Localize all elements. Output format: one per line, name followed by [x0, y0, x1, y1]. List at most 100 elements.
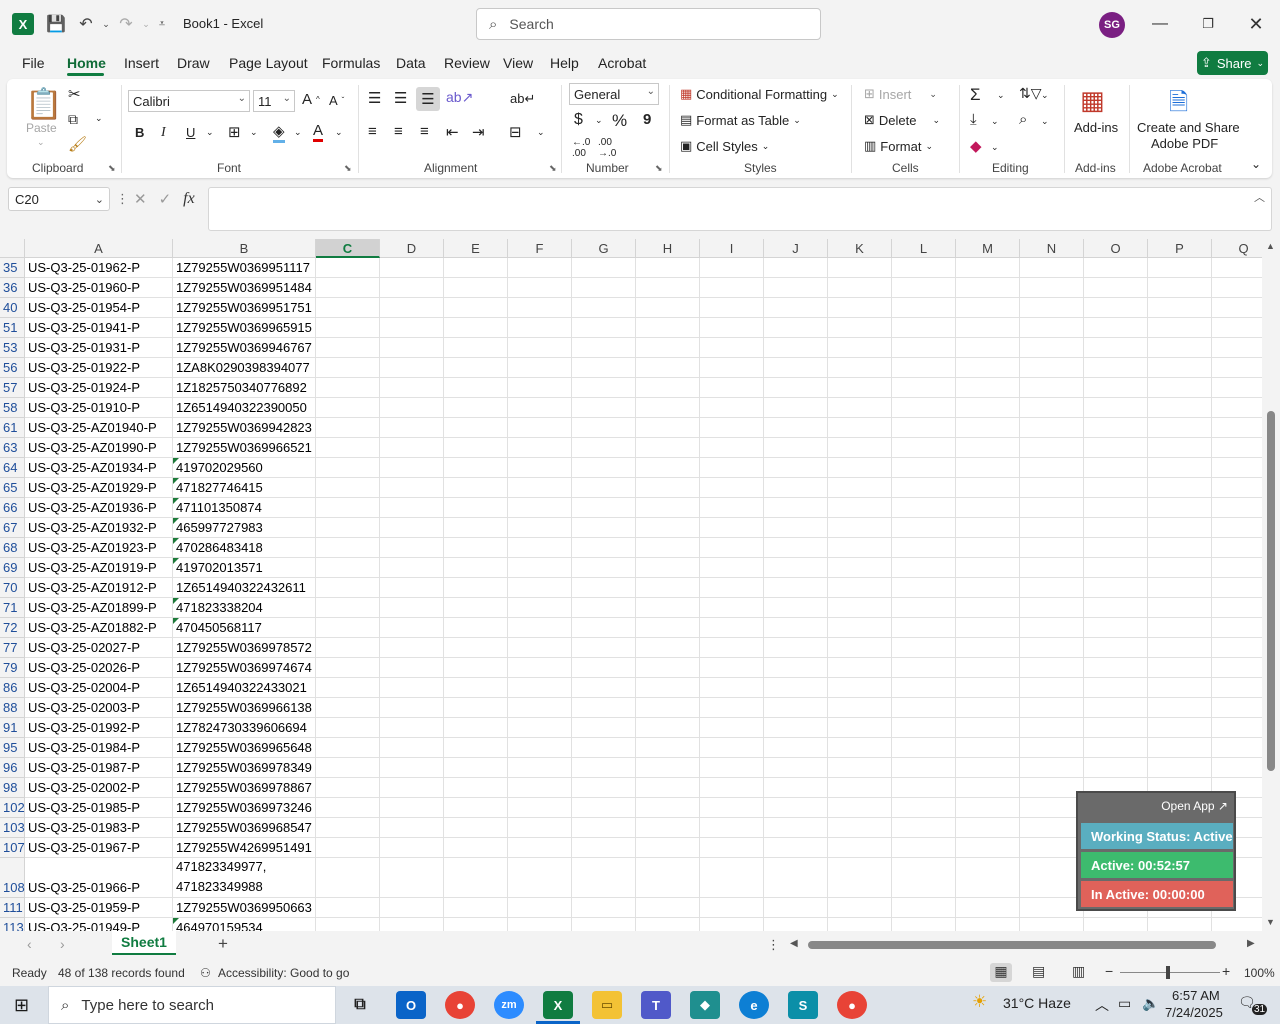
empty-cell[interactable] — [764, 718, 828, 738]
row-header[interactable]: 56 — [0, 358, 25, 378]
empty-cell[interactable] — [700, 498, 764, 518]
empty-cell[interactable] — [956, 858, 1020, 898]
empty-cell[interactable] — [764, 638, 828, 658]
vertical-scrollbar[interactable]: ▲ ▼ — [1262, 239, 1280, 931]
column-header-p[interactable]: P — [1148, 239, 1212, 258]
empty-cell[interactable] — [956, 598, 1020, 618]
empty-cell[interactable] — [1084, 698, 1148, 718]
empty-cell[interactable] — [1212, 318, 1262, 338]
empty-cell[interactable] — [1212, 498, 1262, 518]
empty-cell[interactable] — [700, 738, 764, 758]
empty-cell[interactable] — [508, 538, 572, 558]
empty-cell[interactable] — [956, 838, 1020, 858]
empty-cell[interactable] — [828, 578, 892, 598]
empty-cell[interactable] — [1084, 918, 1148, 931]
empty-cell[interactable] — [636, 598, 700, 618]
empty-cell[interactable] — [700, 538, 764, 558]
empty-cell[interactable] — [508, 658, 572, 678]
empty-cell[interactable] — [444, 778, 508, 798]
empty-cell[interactable] — [1020, 738, 1084, 758]
font-color-dropdown-icon[interactable]: ⌄ — [335, 127, 343, 138]
tracking-number-cell[interactable]: 470450568117 — [173, 618, 316, 638]
empty-cell[interactable] — [1148, 398, 1212, 418]
zoom-out-icon[interactable]: − — [1105, 963, 1113, 979]
empty-cell[interactable] — [508, 598, 572, 618]
empty-cell[interactable] — [1148, 278, 1212, 298]
empty-cell[interactable] — [892, 658, 956, 678]
empty-cell[interactable] — [636, 438, 700, 458]
empty-cell[interactable] — [956, 678, 1020, 698]
empty-cell[interactable] — [1148, 478, 1212, 498]
empty-cell[interactable] — [380, 838, 444, 858]
tracking-number-cell[interactable]: 470286483418 — [173, 538, 316, 558]
row-header[interactable]: 98 — [0, 778, 25, 798]
empty-cell[interactable] — [1148, 418, 1212, 438]
empty-cell[interactable] — [1084, 398, 1148, 418]
tab-review[interactable]: Review — [444, 55, 490, 71]
empty-cell[interactable] — [1084, 738, 1148, 758]
empty-cell[interactable] — [700, 578, 764, 598]
empty-cell[interactable] — [1212, 698, 1262, 718]
row-header[interactable]: 103 — [0, 818, 25, 838]
empty-cell[interactable] — [1020, 858, 1084, 898]
empty-cell[interactable] — [508, 698, 572, 718]
empty-cell[interactable] — [636, 498, 700, 518]
autosum-icon[interactable]: Σ — [970, 85, 981, 105]
empty-cell[interactable] — [764, 298, 828, 318]
empty-cell[interactable] — [316, 818, 380, 838]
order-id-cell[interactable]: US-Q3-25-01941-P — [25, 318, 173, 338]
empty-cell[interactable] — [1212, 578, 1262, 598]
empty-cell[interactable] — [1212, 298, 1262, 318]
empty-cell[interactable] — [380, 798, 444, 818]
empty-cell[interactable] — [828, 798, 892, 818]
empty-cell[interactable] — [892, 778, 956, 798]
empty-cell[interactable] — [1084, 558, 1148, 578]
empty-cell[interactable] — [1020, 798, 1084, 818]
network-icon[interactable]: ▭ — [1118, 995, 1131, 1012]
column-header-q[interactable]: Q — [1212, 239, 1262, 258]
empty-cell[interactable] — [636, 838, 700, 858]
underline-button[interactable]: U — [186, 125, 195, 140]
empty-cell[interactable] — [572, 598, 636, 618]
conditional-formatting-button[interactable]: ▦ Conditional Formatting ⌄ — [680, 86, 839, 102]
teams-icon[interactable]: T — [641, 991, 671, 1019]
select-all-corner[interactable] — [0, 239, 25, 258]
empty-cell[interactable] — [1084, 718, 1148, 738]
order-id-cell[interactable]: US-Q3-25-AZ01929-P — [25, 478, 173, 498]
empty-cell[interactable] — [636, 898, 700, 918]
chrome-icon[interactable]: ● — [837, 991, 867, 1019]
empty-cell[interactable] — [828, 618, 892, 638]
empty-cell[interactable] — [380, 438, 444, 458]
tracking-number-cell[interactable]: 1Z1825750340776892 — [173, 378, 316, 398]
empty-cell[interactable] — [764, 858, 828, 898]
empty-cell[interactable] — [956, 418, 1020, 438]
empty-cell[interactable] — [636, 258, 700, 278]
empty-cell[interactable] — [1020, 838, 1084, 858]
empty-cell[interactable] — [316, 698, 380, 718]
empty-cell[interactable] — [1148, 378, 1212, 398]
column-header-o[interactable]: O — [1084, 239, 1148, 258]
scroll-down-icon[interactable]: ▼ — [1266, 917, 1275, 927]
empty-cell[interactable] — [316, 338, 380, 358]
empty-cell[interactable] — [764, 538, 828, 558]
empty-cell[interactable] — [444, 538, 508, 558]
empty-cell[interactable] — [508, 518, 572, 538]
empty-cell[interactable] — [572, 378, 636, 398]
empty-cell[interactable] — [444, 318, 508, 338]
empty-cell[interactable] — [764, 398, 828, 418]
empty-cell[interactable] — [1212, 258, 1262, 278]
empty-cell[interactable] — [1212, 558, 1262, 578]
empty-cell[interactable] — [892, 578, 956, 598]
empty-cell[interactable] — [380, 498, 444, 518]
empty-cell[interactable] — [828, 698, 892, 718]
empty-cell[interactable] — [1148, 358, 1212, 378]
tracking-number-cell[interactable]: 1Z79255W0369978867 — [173, 778, 316, 798]
empty-cell[interactable] — [636, 458, 700, 478]
empty-cell[interactable] — [380, 458, 444, 478]
empty-cell[interactable] — [828, 338, 892, 358]
empty-cell[interactable] — [1084, 758, 1148, 778]
empty-cell[interactable] — [636, 778, 700, 798]
empty-cell[interactable] — [444, 298, 508, 318]
empty-cell[interactable] — [1084, 498, 1148, 518]
empty-cell[interactable] — [892, 278, 956, 298]
